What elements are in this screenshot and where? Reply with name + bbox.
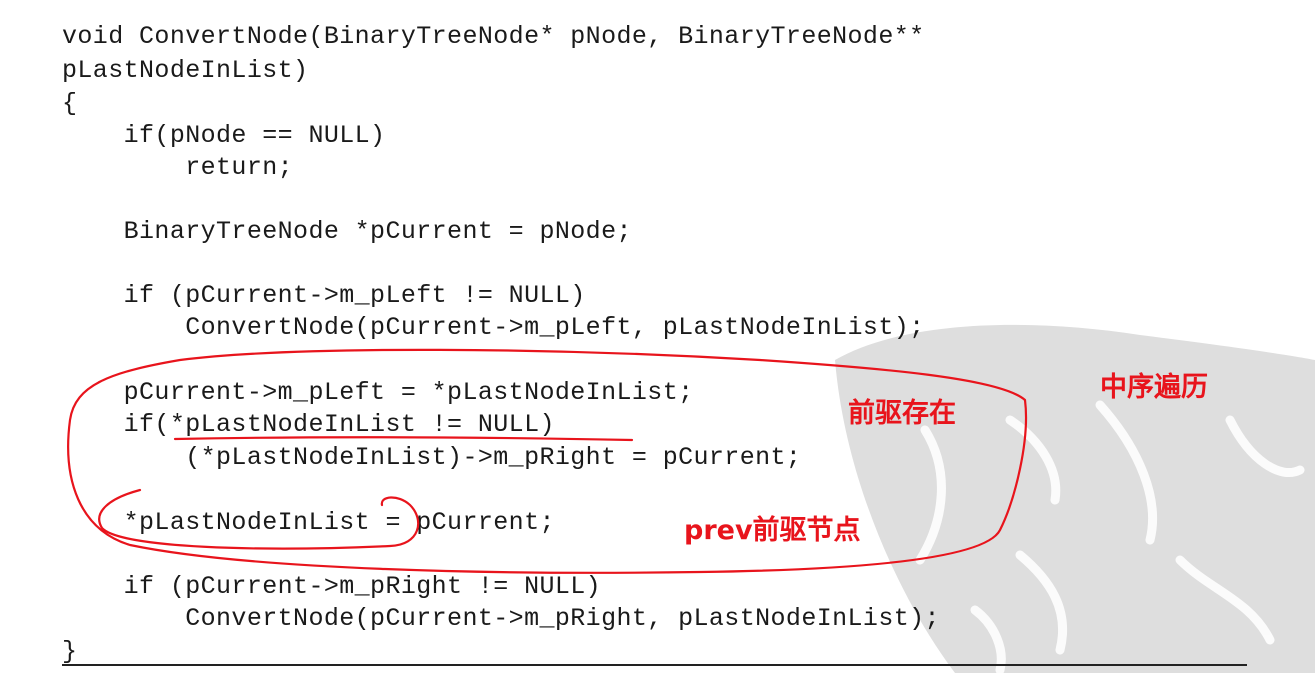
code-line-8: ConvertNode(pCurrent->m_pLeft, pLastNode…	[62, 313, 925, 342]
code-line-9: pCurrent->m_pLeft = *pLastNodeInList;	[62, 378, 694, 407]
code-line-11: (*pLastNodeInList)->m_pRight = pCurrent;	[62, 443, 802, 472]
prev-node-label: prev前驱节点	[684, 515, 861, 546]
code-line-2: pLastNodeInList)	[62, 56, 309, 85]
code-line-10: if(*pLastNodeInList != NULL)	[62, 410, 555, 439]
code-line-15: }	[62, 637, 78, 666]
code-line-4: if(pNode == NULL)	[62, 121, 386, 150]
code-line-6: BinaryTreeNode *pCurrent = pNode;	[62, 217, 632, 246]
code-line-5: return;	[62, 153, 294, 182]
bottom-rule	[62, 664, 1247, 666]
code-line-13: if (pCurrent->m_pRight != NULL)	[62, 572, 602, 601]
code-line-12: *pLastNodeInList = pCurrent;	[62, 508, 555, 537]
code-screenshot: void ConvertNode(BinaryTreeNode* pNode, …	[0, 0, 1315, 673]
predecessor-exists-label: 前驱存在	[848, 398, 956, 429]
code-line-1: void ConvertNode(BinaryTreeNode* pNode, …	[62, 22, 925, 51]
inorder-label: 中序遍历	[1100, 372, 1208, 403]
code-line-3: {	[62, 89, 78, 118]
code-line-7: if (pCurrent->m_pLeft != NULL)	[62, 281, 586, 310]
code-line-14: ConvertNode(pCurrent->m_pRight, pLastNod…	[62, 604, 940, 633]
